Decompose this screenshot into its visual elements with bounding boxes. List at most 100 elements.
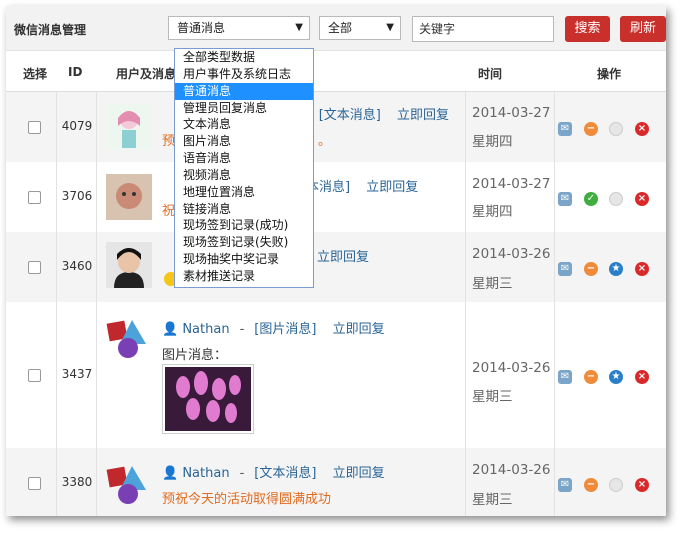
- reply-link[interactable]: 立即回复: [317, 250, 369, 265]
- row-id: 3706: [61, 189, 93, 203]
- avatar: [106, 242, 152, 288]
- row-meta: 立即回复: [317, 246, 369, 265]
- row-meta: 👤 Nathan - [图片消息] 立即回复: [162, 318, 385, 337]
- col-time: 时间: [478, 67, 503, 81]
- minus-circle-icon[interactable]: −: [584, 122, 598, 136]
- avatar: [106, 314, 152, 360]
- delete-circle-icon[interactable]: ×: [635, 370, 649, 384]
- star-circle-icon[interactable]: ★: [609, 370, 623, 384]
- delete-circle-icon[interactable]: ×: [635, 478, 649, 492]
- dropdown-option[interactable]: 用户事件及系统日志: [175, 66, 313, 83]
- check-circle-icon[interactable]: ✓: [584, 192, 598, 206]
- table-row: 3460 立即回复 2014-03-26 星期三 ✉ − ★ ×: [6, 232, 666, 303]
- refresh-button[interactable]: 刷新: [620, 16, 666, 42]
- reply-link[interactable]: 立即回复: [397, 108, 449, 123]
- row-date: 2014-03-26: [472, 462, 551, 478]
- minus-circle-icon[interactable]: −: [584, 262, 598, 276]
- type-dropdown-list: 全部类型数据 用户事件及系统日志 普通消息 管理员回复消息 文本消息 图片消息 语音消息 视频…: [174, 48, 314, 288]
- dropdown-option[interactable]: 现场抽奖中奖记录: [175, 251, 313, 268]
- reply-link[interactable]: 立即回复: [366, 180, 418, 195]
- dropdown-option[interactable]: 语音消息: [175, 150, 313, 167]
- row-weekday: 星期三: [472, 276, 513, 292]
- type-select-value: 普通消息: [177, 21, 226, 35]
- toolbar: 微信消息管理 普通消息 ▼ 全部 ▼ 关键字 搜索 刷新: [6, 6, 666, 51]
- chevron-down-icon: ▼: [295, 22, 303, 33]
- user-name-link[interactable]: Nathan: [182, 466, 229, 481]
- dropdown-option[interactable]: 地理位置消息: [175, 184, 313, 201]
- blank-circle-icon[interactable]: [609, 122, 623, 136]
- message-text-tail: 。: [318, 134, 332, 149]
- delete-circle-icon[interactable]: ×: [635, 262, 649, 276]
- message-panel: 微信消息管理 普通消息 ▼ 全部 ▼ 关键字 搜索 刷新 选择 ID 用户及消息…: [6, 6, 666, 516]
- reply-icon[interactable]: ✉: [558, 370, 572, 384]
- row-checkbox[interactable]: [28, 369, 41, 382]
- col-select: 选择: [23, 67, 48, 81]
- blank-circle-icon[interactable]: [609, 192, 623, 206]
- dropdown-option[interactable]: 图片消息: [175, 133, 313, 150]
- avatar: [106, 104, 152, 150]
- row-date: 2014-03-26: [472, 360, 551, 376]
- page-title: 微信消息管理: [14, 23, 87, 37]
- message-text: 图片消息：: [162, 348, 228, 363]
- reply-link[interactable]: 立即回复: [333, 322, 385, 337]
- row-weekday: 星期四: [472, 204, 513, 220]
- reply-icon[interactable]: ✉: [558, 262, 572, 276]
- avatar: [106, 174, 152, 220]
- dropdown-option[interactable]: 现场签到记录(成功): [175, 217, 313, 234]
- dropdown-option[interactable]: 全部类型数据: [175, 49, 313, 66]
- keyword-input[interactable]: 关键字: [412, 16, 554, 42]
- scope-select-value: 全部: [328, 21, 353, 35]
- user-icon: 👤: [162, 466, 179, 481]
- row-checkbox[interactable]: [28, 191, 41, 204]
- row-checkbox[interactable]: [28, 261, 41, 274]
- star-circle-icon[interactable]: ★: [609, 262, 623, 276]
- row-date: 2014-03-27: [472, 105, 551, 121]
- minus-circle-icon[interactable]: −: [584, 478, 598, 492]
- row-weekday: 星期四: [472, 134, 513, 150]
- row-meta: 本消息] 立即回复: [306, 176, 418, 195]
- reply-icon[interactable]: ✉: [558, 122, 572, 136]
- col-actions: 操作: [597, 67, 622, 81]
- message-image[interactable]: [162, 364, 254, 434]
- table-row: 3380 👤 Nathan - [文本消息] 立即回复 预祝今天的活动取得圆满成功 …: [6, 448, 666, 516]
- row-date: 2014-03-27: [472, 176, 551, 192]
- reply-icon[interactable]: ✉: [558, 192, 572, 206]
- dropdown-option[interactable]: 管理员回复消息: [175, 100, 313, 117]
- chevron-down-icon: ▼: [386, 22, 394, 33]
- row-checkbox[interactable]: [28, 477, 41, 490]
- table-row: 3706 本消息] 立即回复 祝 2014-03-27 星期四 ✉ ✓ ×: [6, 162, 666, 233]
- blank-circle-icon[interactable]: [609, 478, 623, 492]
- reply-icon[interactable]: ✉: [558, 478, 572, 492]
- table-row: 4079 -[文本消息] 立即回复 预 。 2014-03-27 星期四 ✉ −…: [6, 92, 666, 163]
- type-link[interactable]: [文本消息]: [319, 108, 381, 123]
- dropdown-option[interactable]: 链接消息: [175, 201, 313, 218]
- reply-link[interactable]: 立即回复: [333, 466, 385, 481]
- delete-circle-icon[interactable]: ×: [635, 192, 649, 206]
- row-id: 4079: [61, 119, 93, 133]
- dropdown-option[interactable]: 文本消息: [175, 116, 313, 133]
- separator: -: [239, 466, 245, 481]
- row-weekday: 星期三: [472, 492, 513, 508]
- user-icon: 👤: [162, 322, 179, 337]
- row-meta: -[文本消息] 立即回复: [294, 104, 449, 123]
- message-text: 预祝今天的活动取得圆满成功: [162, 492, 332, 507]
- separator: -: [239, 322, 245, 337]
- row-checkbox[interactable]: [28, 121, 41, 134]
- type-link[interactable]: [图片消息]: [254, 322, 316, 337]
- minus-circle-icon[interactable]: −: [584, 370, 598, 384]
- row-id: 3380: [61, 475, 93, 489]
- col-id: ID: [68, 65, 83, 79]
- col-user-msg: 用户及消息: [116, 67, 177, 81]
- scope-select[interactable]: 全部 ▼: [319, 16, 401, 40]
- dropdown-option[interactable]: 现场签到记录(失败): [175, 234, 313, 251]
- row-id: 3437: [61, 367, 93, 381]
- dropdown-option[interactable]: 普通消息: [175, 82, 313, 100]
- user-name-link[interactable]: Nathan: [182, 322, 229, 337]
- dropdown-option[interactable]: 素材推送记录: [175, 268, 313, 285]
- search-button[interactable]: 搜索: [565, 16, 610, 42]
- dropdown-option[interactable]: 视频消息: [175, 167, 313, 184]
- row-weekday: 星期三: [472, 389, 513, 405]
- delete-circle-icon[interactable]: ×: [635, 122, 649, 136]
- type-link[interactable]: [文本消息]: [254, 466, 316, 481]
- type-select[interactable]: 普通消息 ▼: [168, 16, 310, 40]
